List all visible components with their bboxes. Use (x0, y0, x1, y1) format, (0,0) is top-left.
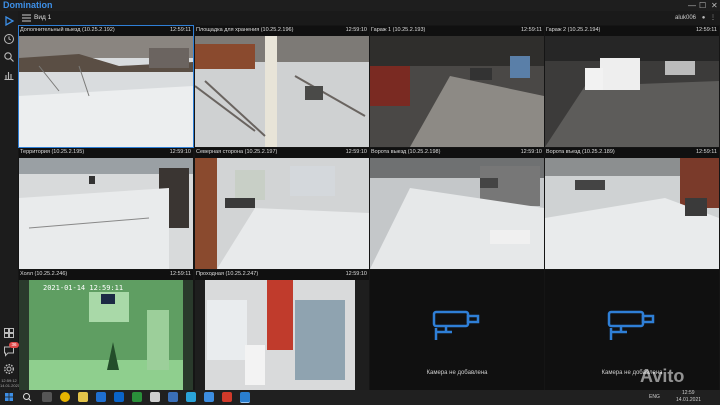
user-name: aluk006 (675, 15, 697, 21)
camera-tile[interactable]: Гараж 1 (10.25.2.193) 12:59:11 (370, 26, 544, 147)
empty-slot[interactable]: Камера не добавлена (370, 270, 544, 391)
camera-feed (370, 158, 544, 269)
mail-icon[interactable] (96, 392, 106, 402)
task-view-icon[interactable] (42, 392, 52, 402)
camera-tile[interactable]: Северная сторона (10.25.2.197) 12:59:10 (195, 148, 369, 269)
camera-time: 12:59:10 (169, 149, 191, 155)
app-title: Domination (3, 0, 53, 10)
history-icon[interactable] (3, 33, 15, 45)
user-menu[interactable]: aluk006 ● ⋮ (675, 11, 716, 25)
layout-icon[interactable] (3, 327, 15, 339)
camera-tile[interactable]: Площадка для хранения (10.25.2.196) 12:59… (195, 26, 369, 147)
close-button[interactable]: ✕ (711, 0, 718, 11)
camera-title: Ворота выезд (10.25.2.198) (371, 149, 441, 155)
more-icon: ⋮ (710, 15, 716, 21)
skype-icon[interactable] (186, 392, 196, 402)
camera-feed (19, 280, 193, 391)
stats-icon[interactable] (3, 69, 15, 81)
word-icon[interactable] (204, 392, 214, 402)
camera-tile[interactable]: Гараж 2 (10.25.2.194) 12:59:11 (545, 26, 719, 147)
camera-title: Территория (10.25.2.195) (20, 149, 85, 155)
windows-start-icon[interactable] (4, 392, 14, 402)
camera-title: Гараж 1 (10.25.2.193) (371, 27, 426, 33)
camera-title: Холл (10.25.2.246) (20, 271, 68, 277)
maximize-button[interactable]: ☐ (699, 0, 706, 11)
camera-title: Северная сторона (10.25.2.197) (196, 149, 278, 155)
settings-icon[interactable] (3, 363, 15, 375)
camera-caption: Дополнительный выезд (10.25.2.192) 12:59:… (20, 26, 192, 35)
camera-feed (545, 36, 719, 147)
camera-tile[interactable]: Территория (10.25.2.195) 12:59:10 (19, 148, 193, 269)
camera-caption: Гараж 1 (10.25.2.193) 12:59:11 (371, 26, 543, 35)
camera-grid: Дополнительный выезд (10.25.2.192) 12:59:… (18, 25, 720, 391)
domination-taskbar-icon[interactable] (240, 392, 250, 403)
camera-time: 12:59:11 (695, 149, 717, 155)
language-indicator[interactable]: ENG (649, 390, 660, 405)
camera-time: 12:59:10 (345, 27, 367, 33)
sidebar-clock-date: 14.01.2021 (0, 383, 21, 388)
camera-time: 12:59:11 (169, 271, 191, 277)
camera-icon (432, 310, 480, 340)
app-icon[interactable] (168, 392, 178, 402)
view-bar: Вид 1 (18, 11, 720, 25)
camera-feed (19, 36, 193, 147)
camera-tile[interactable]: Холл (10.25.2.246) 12:59:11 2021-01-14 12… (19, 270, 193, 391)
camera-time: 12:59:10 (345, 271, 367, 277)
camera-feed (370, 36, 544, 147)
user-icon: ● (701, 15, 706, 21)
camera-feed (195, 158, 369, 269)
empty-slot[interactable]: Камера не добавлена (545, 270, 719, 391)
camera-time: 12:59:10 (345, 149, 367, 155)
excel-icon[interactable] (132, 392, 142, 402)
camera-caption: Холл (10.25.2.246) 12:59:11 (20, 270, 192, 279)
view-name: Вид 1 (34, 14, 52, 21)
minimize-button[interactable]: — (688, 0, 696, 11)
camera-feed (195, 280, 369, 391)
camera-title: Ворота въезд (10.25.2.189) (546, 149, 615, 155)
camera-caption: Гараж 2 (10.25.2.194) 12:59:11 (546, 26, 718, 35)
left-sidebar: 36 12:59:12 14.01.2021 (0, 11, 21, 390)
camera-caption: Проходная (10.25.2.247) 12:59:10 (196, 270, 368, 279)
camera-caption: Территория (10.25.2.195) 12:59:10 (20, 148, 192, 157)
chrome-icon[interactable] (60, 392, 70, 402)
play-icon[interactable] (3, 15, 15, 27)
camera-tile[interactable]: Ворота въезд (10.25.2.189) 12:59:11 (545, 148, 719, 269)
pdf-icon[interactable] (222, 392, 232, 402)
camera-time: 12:59:11 (169, 27, 191, 33)
title-bar: Domination — ☐ ✕ (0, 0, 720, 11)
search-icon[interactable] (22, 392, 32, 402)
camera-caption: Площадка для хранения (10.25.2.196) 12:59… (196, 26, 368, 35)
app-icon[interactable] (150, 392, 160, 402)
camera-title: Дополнительный выезд (10.25.2.192) (20, 27, 115, 33)
camera-time: 12:59:11 (695, 27, 717, 33)
camera-tile[interactable]: Дополнительный выезд (10.25.2.192) 12:59:… (18, 25, 194, 148)
camera-feed (195, 36, 369, 147)
camera-tile[interactable]: Ворота выезд (10.25.2.198) 12:59:10 (370, 148, 544, 269)
camera-icon (607, 310, 655, 340)
camera-title: Гараж 2 (10.25.2.194) (546, 27, 601, 33)
camera-feed (19, 158, 193, 269)
watermark: Avito (640, 366, 685, 386)
camera-caption: Ворота выезд (10.25.2.198) 12:59:10 (371, 148, 543, 157)
camera-timestamp: 2021-01-14 12:59:11 (43, 284, 124, 292)
camera-title: Проходная (10.25.2.247) (196, 271, 259, 277)
empty-slot-label: Камера не добавлена (601, 370, 663, 376)
camera-time: 12:59:10 (520, 149, 542, 155)
camera-time: 12:59:11 (520, 27, 542, 33)
camera-caption: Северная сторона (10.25.2.197) 12:59:10 (196, 148, 368, 157)
outlook-icon[interactable] (114, 392, 124, 402)
menu-icon[interactable] (22, 14, 31, 22)
taskbar-date: 14.01.2021 (676, 397, 702, 403)
camera-tile[interactable]: Проходная (10.25.2.247) 12:59:10 (195, 270, 369, 391)
camera-caption: Ворота въезд (10.25.2.189) 12:59:11 (546, 148, 718, 157)
camera-feed (545, 158, 719, 269)
folder-icon[interactable] (78, 392, 88, 402)
search-icon[interactable] (3, 51, 15, 63)
camera-title: Площадка для хранения (10.25.2.196) (196, 27, 294, 33)
empty-slot-label: Камера не добавлена (426, 370, 488, 376)
taskbar: ENG 12:59 14.01.2021 (0, 390, 720, 405)
